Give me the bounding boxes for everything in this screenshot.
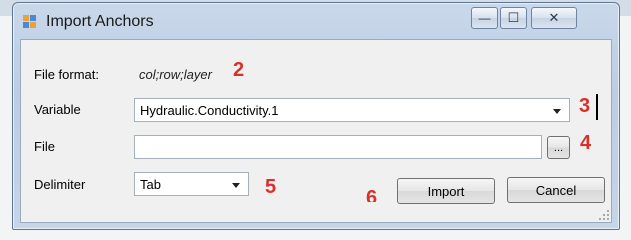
import-anchors-dialog: Import Anchors — ☐ ✕ File format: col;ro… [12,2,620,230]
chevron-down-icon[interactable] [232,183,240,188]
variable-label: Variable [34,102,81,117]
close-button[interactable]: ✕ [531,7,577,29]
minimize-icon: — [478,11,491,25]
text-cursor [596,94,598,120]
annotation-2: 2 [233,59,245,81]
chevron-down-icon[interactable] [553,109,561,114]
title-bar[interactable]: Import Anchors — ☐ ✕ [13,3,619,39]
import-button[interactable]: Import [397,178,495,204]
file-format-label: File format: [34,67,100,82]
variable-value: Hydraulic.Conductivity.1 [140,103,279,118]
delimiter-label: Delimiter [34,177,86,192]
delimiter-value: Tab [140,177,161,192]
cancel-button[interactable]: Cancel [507,177,605,203]
dialog-client-area: File format: col;row;layer 2 Variable Hy… [20,39,612,223]
close-icon: ✕ [548,10,560,25]
file-path-input[interactable] [134,135,542,159]
minimize-button[interactable]: — [471,7,498,29]
browse-button[interactable]: ... [547,136,570,159]
app-icon [23,15,39,29]
delimiter-combobox[interactable]: Tab [134,172,249,196]
file-label: File [34,139,55,154]
maximize-button[interactable]: ☐ [500,7,527,29]
file-format-value: col;row;layer [139,67,212,82]
annotation-5: 5 [265,176,277,198]
window-title: Import Anchors [46,13,154,30]
annotation-3: 3 [579,95,591,117]
maximize-icon: ☐ [507,10,520,25]
annotation-6: 6 [366,187,378,209]
variable-combobox[interactable]: Hydraulic.Conductivity.1 [134,98,570,122]
resize-grip-icon[interactable] [599,210,611,222]
annotation-4: 4 [580,132,592,154]
